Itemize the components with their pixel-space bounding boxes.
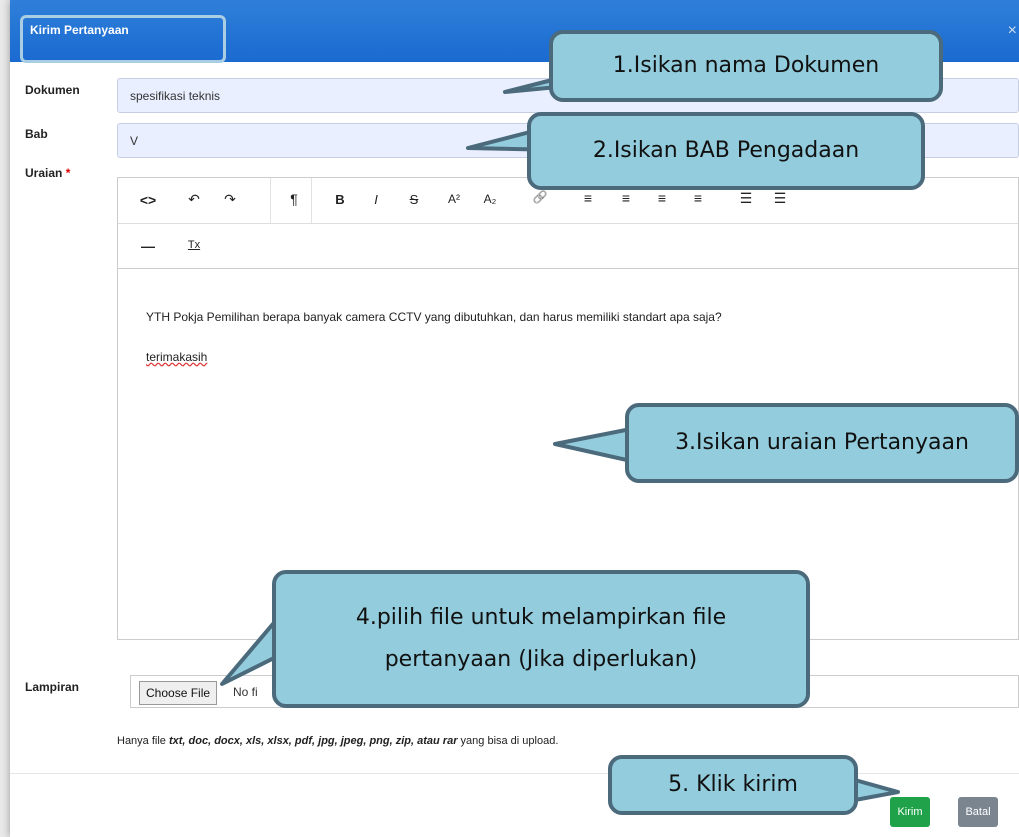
close-icon[interactable]: × <box>1008 22 1017 40</box>
strikethrough-icon[interactable]: S <box>402 192 426 207</box>
uraian-label-text: Uraian <box>25 166 63 180</box>
align-center-icon[interactable]: ≡ <box>614 190 638 206</box>
paragraph-format-icon[interactable]: ¶ <box>282 191 306 207</box>
editor-content-line-2: terimakasih <box>146 350 208 364</box>
hint-prefix: Hanya file <box>117 735 169 747</box>
unordered-list-icon[interactable]: ☰ <box>734 190 758 207</box>
callout-5: 5. Klik kirim <box>608 755 858 815</box>
lampiran-label: Lampiran <box>25 680 80 694</box>
undo-icon[interactable]: ↶ <box>182 191 206 208</box>
redo-icon[interactable]: ↷ <box>218 191 242 208</box>
required-mark: * <box>65 166 71 180</box>
callout-2: 2.Isikan BAB Pengadaan <box>527 112 925 190</box>
bab-value: V <box>130 133 139 148</box>
uraian-label: Uraian * <box>25 166 70 180</box>
bab-label: Bab <box>25 127 48 141</box>
toolbar-divider <box>118 223 1018 224</box>
link-icon[interactable]: 🔗 <box>528 190 552 204</box>
batal-button[interactable]: Batal <box>958 797 998 827</box>
subscript-icon[interactable]: A₂ <box>478 192 502 206</box>
callout-1: 1.Isikan nama Dokumen <box>549 30 943 102</box>
ordered-list-icon[interactable]: ☰ <box>768 190 792 207</box>
callout-4: 4.pilih file untuk melampirkan file pert… <box>272 570 810 708</box>
upload-hint: Hanya file txt, doc, docx, xls, xlsx, pd… <box>117 735 558 747</box>
code-view-icon[interactable]: <> <box>136 192 160 208</box>
callout-3: 3.Isikan uraian Pertanyaan <box>625 403 1019 483</box>
toolbar-separator <box>311 178 312 223</box>
choose-file-button[interactable]: Choose File <box>139 681 218 705</box>
superscript-icon[interactable]: A² <box>442 192 466 206</box>
toolbar-separator <box>270 178 271 223</box>
modal-title: Kirim Pertanyaan <box>30 23 129 37</box>
hint-suffix: yang bisa di upload. <box>457 735 559 747</box>
bold-icon[interactable]: B <box>328 192 352 207</box>
callout-4-line-2: pertanyaan (Jika diperlukan) <box>384 647 698 672</box>
dokumen-value: spesifikasi teknis <box>130 88 221 103</box>
align-left-icon[interactable]: ≡ <box>576 190 600 206</box>
footer-divider <box>10 773 1019 774</box>
callout-4-line-1: 4.pilih file untuk melampirkan file <box>355 605 727 631</box>
horizontal-rule-icon[interactable]: — <box>136 238 160 254</box>
italic-icon[interactable]: I <box>364 192 388 207</box>
kirim-button[interactable]: Kirim <box>890 797 930 827</box>
editor-content-line-1: YTH Pokja Pemilihan berapa banyak camera… <box>146 310 722 324</box>
clear-format-icon[interactable]: Tx <box>182 239 206 251</box>
no-file-text: No fi <box>233 685 258 699</box>
justify-icon[interactable]: ≡ <box>686 190 710 206</box>
editor-toolbar: <> ↶ ↷ ¶ B I S A² A₂ 🔗 ≡ ≡ ≡ ≡ ☰ ☰ — Tx <box>118 178 1018 269</box>
hint-file-types: txt, doc, docx, xls, xlsx, pdf, jpg, jpe… <box>168 735 458 747</box>
dokumen-label: Dokumen <box>25 83 80 97</box>
align-right-icon[interactable]: ≡ <box>650 190 674 206</box>
